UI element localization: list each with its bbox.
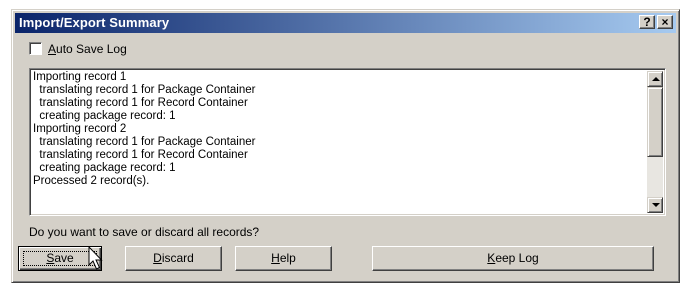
log-textarea[interactable]: Importing record 1 translating record 1 … — [29, 68, 666, 216]
scroll-down-button[interactable] — [647, 197, 663, 213]
discard-button-label: Discard — [153, 251, 194, 265]
help-button[interactable]: Help — [235, 246, 332, 271]
help-accel: H — [271, 251, 280, 265]
auto-save-log-accel: A — [48, 42, 57, 56]
log-line: creating package record: 1 — [33, 110, 176, 122]
window-title: Import/Export Summary — [19, 15, 170, 30]
discard-rest: iscard — [161, 251, 194, 265]
log-line: Processed 2 record(s). — [33, 175, 150, 187]
auto-save-log-label-text: uto Save Log — [56, 42, 127, 56]
scroll-up-button[interactable] — [647, 71, 663, 87]
close-icon[interactable]: × — [657, 15, 673, 29]
discard-button[interactable]: Discard — [125, 246, 222, 271]
arrow-down-icon — [652, 203, 660, 207]
save-button-label: Save — [46, 251, 73, 265]
help-icon[interactable]: ? — [639, 15, 655, 29]
vertical-scrollbar[interactable] — [647, 71, 663, 213]
save-discard-prompt: Do you want to save or discard all recor… — [29, 225, 260, 239]
log-line: translating record 1 for Record Containe… — [33, 149, 248, 161]
log-line: translating record 1 for Package Contain… — [33, 84, 256, 96]
log-lines: Importing record 1 translating record 1 … — [33, 71, 643, 188]
discard-accel: D — [153, 251, 162, 265]
help-button-label: Help — [271, 251, 296, 265]
log-line: translating record 1 for Record Containe… — [33, 97, 248, 109]
scroll-thumb[interactable] — [647, 87, 663, 157]
import-export-summary-dialog: Import/Export Summary ? × Auto Save Log … — [11, 9, 680, 283]
keep-log-button[interactable]: Keep Log — [372, 246, 654, 271]
log-line: creating package record: 1 — [33, 162, 176, 174]
log-line: translating record 1 for Package Contain… — [33, 136, 256, 148]
auto-save-log-label[interactable]: Auto Save Log — [48, 42, 127, 56]
arrow-up-icon — [652, 77, 660, 81]
keep-log-rest: eep Log — [495, 251, 539, 265]
keep-log-button-label: Keep Log — [487, 251, 538, 265]
log-line: Importing record 2 — [33, 123, 127, 135]
log-line: Importing record 1 — [33, 71, 127, 83]
help-rest: elp — [279, 251, 296, 265]
auto-save-log-checkbox[interactable] — [29, 42, 42, 55]
title-bar[interactable]: Import/Export Summary ? × — [15, 13, 676, 33]
mouse-cursor-icon — [88, 246, 103, 270]
save-rest: ave — [54, 251, 74, 265]
